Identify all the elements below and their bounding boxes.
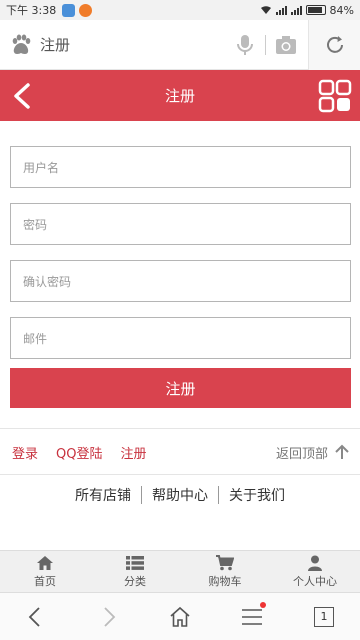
app-notification-icon [79,3,93,17]
person-icon [308,555,322,571]
register-link[interactable]: 注册 [120,443,146,462]
tab-home[interactable]: 首页 [0,551,90,592]
wifi-icon [260,6,271,14]
divider [0,428,360,429]
tab-profile[interactable]: 个人中心 [270,551,360,592]
grid-menu-icon[interactable] [318,79,352,113]
back-to-top-label: 返回顶部 [275,446,328,462]
help-center-link[interactable]: 帮助中心 [142,485,218,505]
username-input[interactable]: 用户名 [10,146,351,188]
tab-label: 首页 [34,574,56,588]
login-link[interactable]: 登录 [12,443,38,462]
home-icon [37,555,53,570]
nav-back-button[interactable] [0,593,72,640]
battery-level: 84% [329,3,354,17]
chevron-left-icon [28,606,40,627]
tab-label: 个人中心 [293,574,337,588]
refresh-button[interactable] [308,19,360,70]
register-submit-button[interactable]: 注册 [10,368,351,408]
search-query-text[interactable]: 注册 [40,34,233,55]
nav-tabs-button[interactable]: 1 [288,593,360,640]
status-time: 下午 3:38 [6,4,57,17]
bottom-tab-bar: 首页 分类 购物车 个人中心 [0,550,360,592]
nav-forward-button[interactable] [72,593,144,640]
hamburger-menu-icon [242,608,262,625]
qq-login-link[interactable]: QQ登陆 [56,443,102,462]
tab-label: 分类 [124,574,146,588]
back-arrow-icon[interactable] [10,82,36,110]
microphone-icon[interactable] [233,33,257,57]
email-input[interactable]: 邮件 [10,317,351,359]
tab-cart[interactable]: 购物车 [180,551,270,592]
status-bar: 下午 3:38 84% [0,0,360,20]
browser-address-bar[interactable]: 注册 [0,19,360,70]
confirm-password-input[interactable]: 确认密码 [10,260,351,302]
back-to-top-link[interactable]: 返回顶部 [276,443,350,462]
notification-dot [260,601,266,608]
list-icon [126,555,144,570]
browser-nav-bar: 1 [0,592,360,640]
nav-menu-button[interactable] [216,593,288,640]
home-outline-icon [170,606,190,627]
footer-links: 所有店铺 帮助中心 关于我们 [0,484,360,506]
chevron-right-icon [104,606,116,627]
all-shops-link[interactable]: 所有店铺 [65,485,141,505]
baidu-paw-icon [12,34,31,54]
signal-icon [275,5,287,15]
page-header: 注册 [0,70,360,121]
cart-icon [216,554,234,570]
divider [265,34,266,55]
page-title: 注册 [164,87,195,105]
tab-category[interactable]: 分类 [90,551,180,592]
signal-icon [290,5,302,15]
arrow-up-icon [335,444,349,459]
about-us-link[interactable]: 关于我们 [219,485,295,505]
tab-label: 购物车 [208,574,242,588]
tab-count: 1 [314,606,334,627]
nav-home-button[interactable] [144,593,216,640]
app-notification-icon [62,3,76,17]
divider [0,474,360,475]
camera-icon[interactable] [274,33,298,57]
refresh-icon [326,35,343,53]
auth-links: 登录 QQ登陆 注册 返回顶部 [0,437,360,467]
battery-icon [305,5,326,15]
password-input[interactable]: 密码 [10,203,351,245]
